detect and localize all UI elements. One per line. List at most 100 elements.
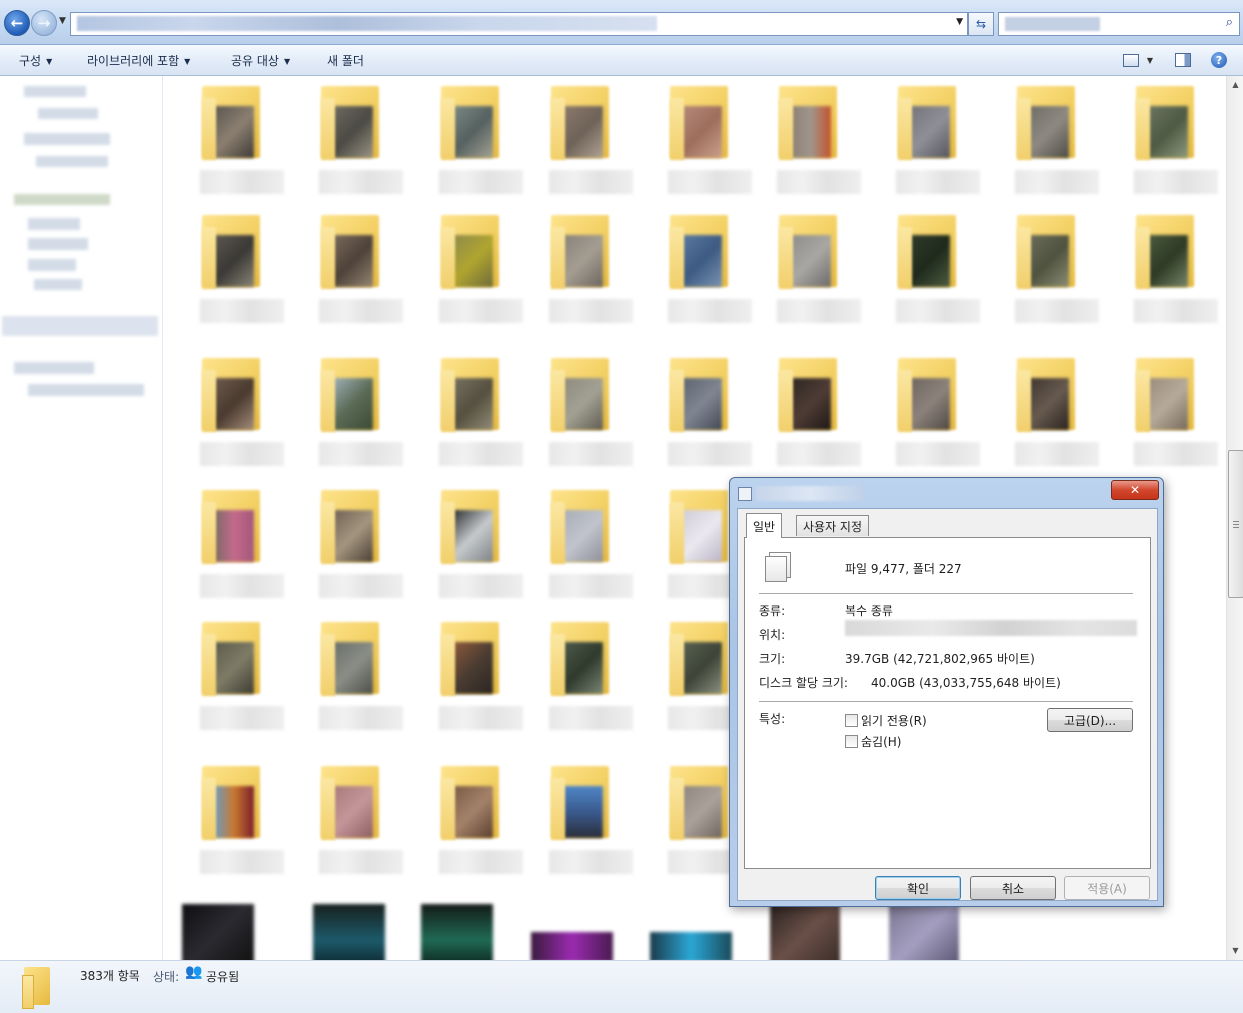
address-path-redacted bbox=[77, 16, 657, 31]
scroll-down-icon[interactable]: ▼ bbox=[1227, 942, 1243, 959]
folder-item[interactable] bbox=[301, 80, 405, 208]
folder-item[interactable] bbox=[650, 209, 754, 337]
nav-item-redacted[interactable] bbox=[34, 279, 82, 290]
help-button[interactable]: ? bbox=[1208, 50, 1230, 70]
folder-item[interactable] bbox=[759, 80, 863, 208]
folder-item[interactable] bbox=[182, 209, 286, 337]
search-placeholder-redacted bbox=[1005, 17, 1100, 31]
nav-item-redacted[interactable] bbox=[28, 384, 144, 396]
close-icon: ✕ bbox=[1129, 483, 1141, 497]
command-bar: 구성 ▼ 라이브러리에 포함 ▼ 공유 대상 ▼ 새 폴더 ▼ ? bbox=[0, 45, 1243, 76]
folder-item[interactable] bbox=[878, 209, 982, 337]
file-item[interactable] bbox=[770, 904, 840, 960]
advanced-button[interactable]: 고급(D)... bbox=[1047, 708, 1133, 732]
tab-customize[interactable]: 사용자 지정 bbox=[796, 515, 870, 536]
nav-item-redacted[interactable] bbox=[24, 133, 110, 145]
folder-item[interactable] bbox=[531, 484, 635, 612]
folder-item[interactable] bbox=[650, 352, 754, 480]
readonly-checkbox[interactable] bbox=[845, 714, 858, 727]
nav-item-selected-redacted[interactable] bbox=[2, 316, 158, 336]
folder-item[interactable] bbox=[531, 209, 635, 337]
folder-item[interactable] bbox=[182, 352, 286, 480]
folder-item[interactable] bbox=[531, 80, 635, 208]
folder-item[interactable] bbox=[301, 352, 405, 480]
folder-item[interactable] bbox=[421, 616, 525, 744]
folder-item[interactable] bbox=[759, 352, 863, 480]
nav-item-redacted[interactable] bbox=[36, 156, 108, 167]
folder-item[interactable] bbox=[878, 80, 982, 208]
scroll-up-icon[interactable]: ▲ bbox=[1227, 76, 1243, 93]
folder-item[interactable] bbox=[301, 484, 405, 612]
readonly-label[interactable]: 읽기 전용(R) bbox=[861, 712, 927, 729]
folder-item[interactable] bbox=[421, 209, 525, 337]
folder-item[interactable] bbox=[301, 209, 405, 337]
share-with-menu[interactable]: 공유 대상 ▼ bbox=[231, 52, 290, 69]
forward-button[interactable]: → bbox=[31, 10, 57, 36]
hidden-checkbox[interactable] bbox=[845, 735, 858, 748]
folder-item[interactable] bbox=[421, 484, 525, 612]
folder-item[interactable] bbox=[531, 352, 635, 480]
folder-item[interactable] bbox=[997, 80, 1101, 208]
folder-item[interactable] bbox=[997, 209, 1101, 337]
navigation-pane bbox=[0, 76, 163, 960]
new-folder-label: 새 폴더 bbox=[327, 54, 364, 68]
tab-general[interactable]: 일반 bbox=[746, 513, 783, 538]
folder-item[interactable] bbox=[878, 352, 982, 480]
folder-item[interactable] bbox=[182, 760, 286, 888]
nav-item-redacted[interactable] bbox=[28, 259, 76, 271]
file-item[interactable] bbox=[182, 904, 254, 960]
preview-pane-button[interactable] bbox=[1172, 50, 1194, 70]
refresh-button[interactable]: ⇆ bbox=[968, 12, 994, 36]
folder-item[interactable] bbox=[301, 616, 405, 744]
hidden-label[interactable]: 숨김(H) bbox=[861, 733, 901, 750]
include-in-library-menu[interactable]: 라이브러리에 포함 ▼ bbox=[87, 52, 190, 69]
nav-item-redacted[interactable] bbox=[14, 362, 94, 374]
cancel-button[interactable]: 취소 bbox=[970, 876, 1056, 900]
folder-item[interactable] bbox=[182, 80, 286, 208]
folder-item[interactable] bbox=[182, 616, 286, 744]
file-item[interactable] bbox=[421, 904, 493, 960]
nav-item-redacted[interactable] bbox=[38, 108, 98, 119]
nav-item-redacted[interactable] bbox=[28, 218, 80, 230]
shared-users-icon: 👥 bbox=[185, 964, 203, 980]
folder-item[interactable] bbox=[421, 80, 525, 208]
address-path-box[interactable]: ▼ bbox=[70, 12, 968, 36]
item-count: 383개 항목 bbox=[80, 969, 140, 983]
folder-item[interactable] bbox=[1116, 209, 1220, 337]
vertical-scrollbar[interactable]: ▲ ▼ bbox=[1226, 76, 1243, 960]
chevron-down-icon: ▼ bbox=[1146, 55, 1154, 65]
folder-item[interactable] bbox=[650, 80, 754, 208]
folder-item[interactable] bbox=[531, 760, 635, 888]
folder-item[interactable] bbox=[301, 760, 405, 888]
attributes-label: 특성: bbox=[759, 712, 786, 726]
file-item[interactable] bbox=[531, 932, 613, 960]
folder-item[interactable] bbox=[421, 760, 525, 888]
folder-item[interactable] bbox=[421, 352, 525, 480]
nav-item-redacted[interactable] bbox=[28, 238, 88, 250]
scroll-thumb[interactable] bbox=[1228, 450, 1243, 598]
change-view-button[interactable]: ▼ bbox=[1118, 50, 1158, 70]
size-label: 크기: bbox=[759, 652, 786, 666]
close-button[interactable]: ✕ bbox=[1111, 480, 1159, 500]
file-item[interactable] bbox=[889, 904, 959, 960]
nav-item-redacted[interactable] bbox=[14, 194, 110, 205]
recent-pages-dropdown[interactable]: ▼ bbox=[59, 16, 66, 26]
file-item[interactable] bbox=[313, 904, 385, 960]
ok-button[interactable]: 확인 bbox=[875, 876, 961, 900]
address-dropdown-icon[interactable]: ▼ bbox=[956, 17, 963, 27]
search-input[interactable]: ⌕ bbox=[998, 12, 1240, 36]
search-icon[interactable]: ⌕ bbox=[1226, 15, 1233, 30]
folder-item[interactable] bbox=[997, 352, 1101, 480]
folder-item[interactable] bbox=[531, 616, 635, 744]
new-folder-button[interactable]: 새 폴더 bbox=[327, 52, 364, 69]
folder-item[interactable] bbox=[1116, 352, 1220, 480]
folder-item[interactable] bbox=[759, 209, 863, 337]
back-button[interactable]: ← bbox=[4, 10, 30, 36]
nav-item-redacted[interactable] bbox=[24, 86, 86, 97]
file-item[interactable] bbox=[650, 932, 732, 960]
multiple-files-icon bbox=[765, 552, 795, 582]
folder-item[interactable] bbox=[182, 484, 286, 612]
folder-item[interactable] bbox=[1116, 80, 1220, 208]
organize-menu[interactable]: 구성 ▼ bbox=[19, 52, 52, 69]
apply-button[interactable]: 적용(A) bbox=[1064, 876, 1150, 900]
